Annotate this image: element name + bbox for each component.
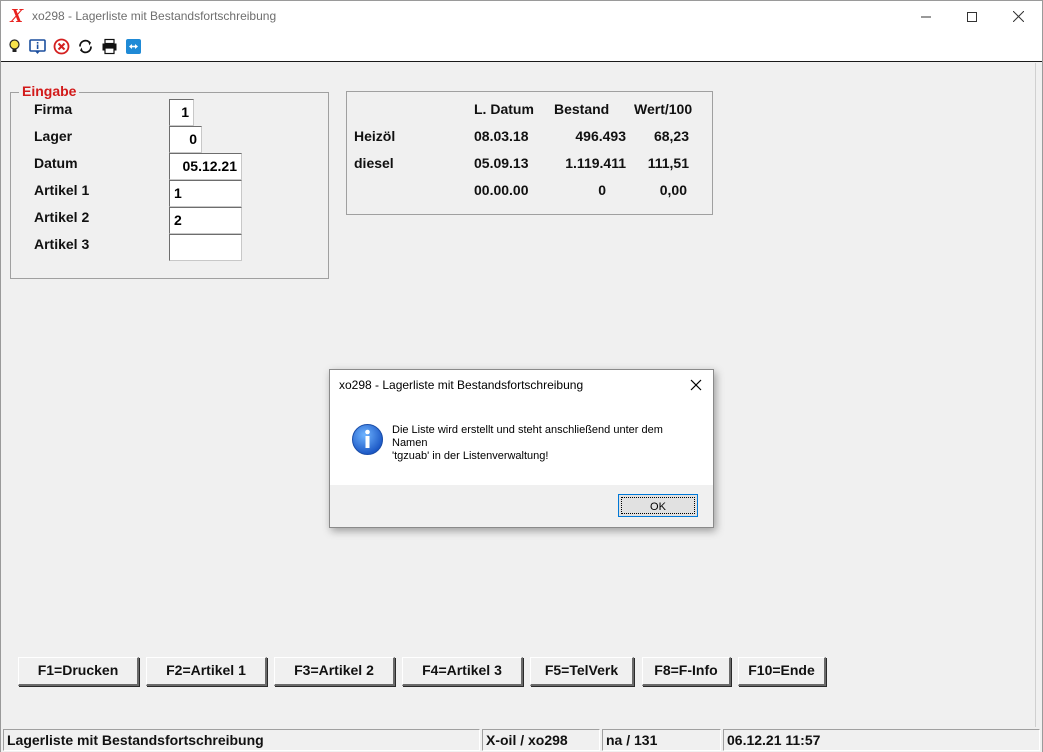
row-name: diesel [354,155,394,171]
status-bar: Lagerliste mit Bestandsfortschreibung X-… [1,728,1042,752]
row-date: 08.03.18 [474,128,529,144]
info-dialog: xo298 - Lagerliste mit Bestandsfortschre… [329,369,714,528]
f10-exit-button[interactable]: F10=Ende [738,657,826,686]
artikel3-label: Artikel 3 [34,236,90,252]
header-l-datum: L. Datum [474,101,534,117]
message-line: Die Liste wird erstellt und steht anschl… [392,424,663,436]
row-value: 111,51 [647,155,689,171]
app-logo: X [10,5,24,27]
row-date: 00.00.00 [474,182,529,198]
artikel2-label: Artikel 2 [34,209,90,225]
artikel1-field[interactable]: 1 [169,180,242,207]
toolbar [1,32,1042,62]
dialog-footer: OK [330,485,713,527]
row-date: 05.09.13 [474,155,529,171]
status-app: X-oil / xo298 [482,729,600,751]
datum-label: Datum [34,155,78,171]
refresh-icon[interactable] [77,38,94,55]
maximize-button[interactable] [949,1,995,32]
firma-field[interactable]: 1 [169,99,194,126]
f4-artikel3-button[interactable]: F4=Artikel 3 [402,657,523,686]
ok-button-focus: OK [621,497,695,514]
lightbulb-icon[interactable] [6,38,23,55]
printer-icon[interactable] [101,38,118,55]
information-icon [351,423,384,456]
artikel3-field[interactable] [169,234,242,261]
minimize-icon [921,16,931,17]
close-icon [690,379,702,391]
remote-icon[interactable] [125,38,142,55]
artikel1-label: Artikel 1 [34,182,90,198]
f8-info-button[interactable]: F8=F-Info [642,657,731,686]
window-title: xo298 - Lagerliste mit Bestandsfortschre… [32,9,277,23]
cancel-icon[interactable] [53,38,70,55]
ok-button[interactable]: OK [618,494,698,517]
datum-field[interactable]: 05.12.21 [169,153,242,180]
info-icon[interactable] [29,38,46,55]
lager-label: Lager [34,128,73,144]
maximize-icon [967,11,977,22]
group-legend: Eingabe [19,83,80,99]
status-datetime: 06.12.21 11:57 [723,729,1040,751]
dialog-message: Die Liste wird erstellt und steht anschl… [392,424,697,463]
dialog-title: xo298 - Lagerliste mit Bestandsfortschre… [339,378,584,392]
application-window: X xo298 - Lagerliste mit Bestandsfortsch… [0,0,1043,752]
message-line: 'tgzuab' in der Listenverwaltung! [392,450,549,462]
header-wert: Wert/100 [634,101,693,117]
f1-print-button[interactable]: F1=Drucken [18,657,139,686]
status-program: Lagerliste mit Bestandsfortschreibung [3,729,480,751]
f3-artikel2-button[interactable]: F3=Artikel 2 [274,657,395,686]
close-icon [1012,11,1024,22]
row-value: 68,23 [653,128,689,144]
header-bestand: Bestand [554,101,610,117]
dialog-close-button[interactable] [687,376,705,394]
row-stock: 1.119.411 [565,155,626,171]
title-bar[interactable]: X xo298 - Lagerliste mit Bestandsfortsch… [1,1,1042,32]
row-value: 0,00 [659,182,687,198]
f5-telverk-button[interactable]: F5=TelVerk [530,657,634,686]
minimize-button[interactable] [903,1,949,32]
row-name: Heizöl [354,128,396,144]
f2-artikel1-button[interactable]: F2=Artikel 1 [146,657,267,686]
scrollbar-edge [1035,63,1041,727]
status-user: na / 131 [602,729,721,751]
lager-field[interactable]: 0 [169,126,202,153]
row-stock: 496.493 [575,128,626,144]
message-line: Namen [392,437,428,449]
firma-label: Firma [34,101,73,117]
row-stock: 0 [598,182,606,198]
artikel2-field[interactable]: 2 [169,207,242,234]
close-window-button[interactable] [995,1,1041,32]
